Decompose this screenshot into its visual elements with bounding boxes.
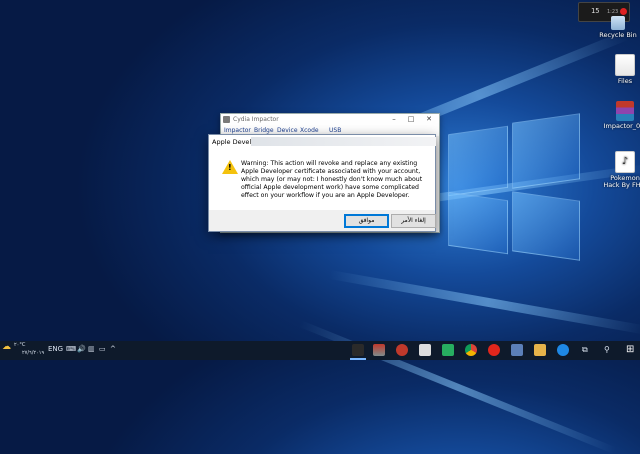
desktop-icon-label: Recycle Bin [599,31,637,39]
ok-button[interactable]: موافق [344,214,389,228]
network-icon[interactable]: ▥ [88,345,95,353]
widget-value: 15 [591,7,600,15]
volume-icon[interactable]: 🔊 [77,345,86,353]
recycle-bin-icon [611,16,625,30]
language-indicator[interactable]: ENG [48,345,63,353]
folder-icon [615,54,635,76]
task-view-icon[interactable]: ⧉ [582,345,588,355]
desktop-icon-label: Files [617,77,633,85]
dialog-titlebar[interactable]: Apple Develope [209,135,436,147]
impactor-icon[interactable] [352,344,364,356]
weather-temp: ٢٠°C [14,342,26,348]
chrome-icon[interactable] [465,344,477,356]
menu-usb[interactable]: USB [329,127,341,134]
media-icon[interactable] [373,344,385,356]
opera-icon[interactable] [488,344,500,356]
desktop-icon-label: Pokemon Hack By FH... [603,174,640,189]
store-icon[interactable] [511,344,523,356]
desktop-icon-files[interactable]: Files [603,54,640,85]
dialog-message: Warning: This action will revoke and rep… [241,160,423,199]
minimize-button[interactable]: – [389,115,399,123]
start-icon[interactable]: ⊞ [626,344,634,355]
show-hidden-icons-button[interactable]: ^ [110,345,116,353]
maximize-button[interactable]: □ [406,115,416,123]
close-button[interactable]: ✕ [424,115,434,123]
search-icon[interactable]: ⚲ [604,345,610,354]
warning-icon: ! [222,160,238,174]
dialog-button-bar: موافق إلغاء الأمر [209,210,436,231]
clock-date[interactable]: ٢٧/٦/٢٠١٩ [22,350,44,356]
blurred-title-area [251,137,436,146]
desktop-icon-label: Impactor_0... [603,122,640,130]
desktop-icon-recycle-bin[interactable]: Recycle Bin [596,16,640,39]
menu-bridge[interactable]: Bridge [254,127,274,134]
menu-impactor[interactable]: Impactor [224,127,251,134]
window-title: Cydia Impactor [233,116,279,123]
menu-xcode[interactable]: Xcode [300,127,319,134]
music-file-icon: ♪ [615,151,635,173]
window-titlebar[interactable]: Cydia Impactor – □ ✕ [221,114,439,125]
menu-device[interactable]: Device [277,127,298,134]
widget-small: 1:23 [607,9,619,15]
taskbar: ☁ ٢٠°C ENG ⌨ 🔊 ▥ ▭ ^ ٢٧/٦/٢٠١٩ ⧉ ⚲ ⊞ [0,341,640,360]
edge-icon[interactable] [557,344,569,356]
file-explorer-icon[interactable] [534,344,546,356]
battery-icon[interactable]: ▭ [99,345,106,353]
notepad-icon[interactable] [419,344,431,356]
app-icon [223,116,230,123]
desktop-icon-pokemon-hack[interactable]: ♪ Pokemon Hack By FH... [603,151,640,189]
tools-icon[interactable] [396,344,408,356]
apple-developer-dialog[interactable]: Apple Develope ! Warning: This action wi… [208,134,436,232]
desktop-icon-impactor[interactable]: Impactor_0... [603,101,640,130]
archive-icon [616,101,634,121]
keyboard-icon[interactable]: ⌨ [66,345,76,353]
weather-icon[interactable]: ☁ [2,342,11,352]
record-icon[interactable] [620,8,627,15]
app-icon-green[interactable] [442,344,454,356]
cancel-button[interactable]: إلغاء الأمر [391,214,436,228]
